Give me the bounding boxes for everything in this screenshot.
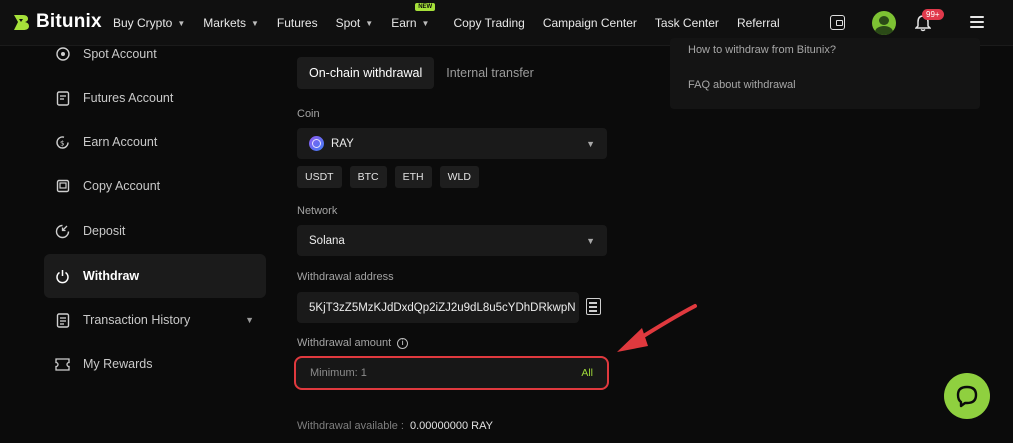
nav-label: Futures bbox=[276, 16, 318, 30]
available-value: 0.00000000 RAY bbox=[410, 420, 493, 432]
coin-label: Coin bbox=[297, 108, 320, 120]
address-book-icon[interactable] bbox=[586, 298, 601, 315]
sidebar-item-label: Futures Account bbox=[83, 91, 174, 105]
ray-coin-icon bbox=[309, 136, 324, 151]
sidebar-item-label: Transaction History bbox=[83, 313, 191, 327]
nav-label: Task Center bbox=[654, 16, 719, 30]
new-badge: NEW bbox=[415, 3, 436, 11]
amount-label: Withdrawal amount bbox=[297, 337, 392, 349]
nav-markets[interactable]: Markets ▼ bbox=[203, 16, 259, 30]
bitunix-logo[interactable]: Bitunix bbox=[12, 11, 102, 33]
chat-bubble-icon bbox=[956, 385, 978, 408]
history-icon bbox=[55, 312, 70, 328]
ticket-icon bbox=[55, 357, 70, 372]
network-value: Solana bbox=[309, 234, 345, 247]
quick-coin-btc[interactable]: BTC bbox=[349, 166, 387, 188]
chevron-down-icon[interactable]: ▼ bbox=[245, 315, 254, 325]
nav-copy-trading[interactable]: Copy Trading bbox=[453, 16, 524, 30]
avatar[interactable] bbox=[872, 11, 896, 35]
chevron-down-icon: ▼ bbox=[586, 138, 595, 149]
sidebar-item-futures-account[interactable]: Futures Account bbox=[44, 76, 266, 120]
withdrawal-address-input[interactable]: 5KjT3zZ5MzKJdDxdQp2iZJ2u9dL8u5cYDhDRkwpN bbox=[297, 292, 579, 323]
nav-label: Earn bbox=[391, 16, 417, 30]
deposit-icon bbox=[55, 224, 70, 239]
chevron-down-icon: ▼ bbox=[365, 18, 374, 28]
target-icon bbox=[55, 47, 70, 62]
nav-earn[interactable]: Earn ▼ NEW bbox=[391, 3, 436, 30]
chevron-down-icon: ▼ bbox=[586, 235, 595, 246]
all-button[interactable]: All bbox=[581, 367, 593, 379]
sidebar-item-earn-account[interactable]: $ Earn Account bbox=[44, 120, 266, 164]
amount-label-row: Withdrawal amount i bbox=[297, 337, 409, 349]
faq-panel: How to withdraw from Bitunix? FAQ about … bbox=[670, 38, 980, 109]
withdraw-tabs: On-chain withdrawal Internal transfer bbox=[297, 57, 546, 89]
withdrawal-amount-input[interactable] bbox=[310, 367, 582, 379]
support-chat-button[interactable] bbox=[944, 373, 990, 419]
sidebar-item-label: Spot Account bbox=[83, 47, 157, 61]
notification-badge: 99+ bbox=[922, 9, 944, 20]
nav-task-center[interactable]: Task Center bbox=[655, 16, 719, 30]
sidebar-item-label: Deposit bbox=[83, 224, 126, 238]
bitunix-logo-icon bbox=[12, 13, 30, 31]
tab-internal-transfer[interactable]: Internal transfer bbox=[434, 57, 546, 89]
nav-label: Spot bbox=[335, 16, 361, 30]
nav-label: Referral bbox=[736, 16, 780, 30]
coin-value: RAY bbox=[331, 137, 354, 150]
chevron-down-icon: ▼ bbox=[250, 18, 259, 28]
nav-label: Copy Trading bbox=[453, 16, 525, 30]
faq-link-how-to-withdraw[interactable]: How to withdraw from Bitunix? bbox=[688, 44, 836, 56]
nav-referral[interactable]: Referral bbox=[737, 16, 780, 30]
hamburger-menu-icon[interactable] bbox=[970, 16, 984, 28]
nav-label: Campaign Center bbox=[542, 16, 637, 30]
network-label: Network bbox=[297, 205, 338, 217]
annotation-arrow-icon bbox=[617, 304, 697, 352]
sidebar-item-withdraw[interactable]: Withdraw bbox=[44, 254, 266, 298]
quick-coin-eth[interactable]: ETH bbox=[394, 166, 432, 188]
nav-campaign-center[interactable]: Campaign Center bbox=[543, 16, 637, 30]
sidebar-item-label: Copy Account bbox=[83, 179, 161, 193]
tab-on-chain-withdrawal[interactable]: On-chain withdrawal bbox=[297, 57, 435, 89]
chevron-down-icon: ▼ bbox=[177, 18, 186, 28]
coin-select[interactable]: RAY ▼ bbox=[297, 128, 607, 159]
power-icon bbox=[55, 269, 70, 284]
quick-coin-usdt[interactable]: USDT bbox=[297, 166, 342, 188]
available-label: Withdrawal available : bbox=[297, 420, 404, 432]
withdrawal-available: Withdrawal available : 0.00000000 RAY bbox=[297, 420, 493, 432]
nav-label: Markets bbox=[203, 16, 246, 30]
chevron-down-icon: ▼ bbox=[421, 18, 430, 28]
nav-futures[interactable]: Futures bbox=[277, 16, 318, 30]
sidebar-item-label: Withdraw bbox=[83, 269, 140, 283]
coin-icon: $ bbox=[55, 135, 70, 150]
withdrawal-amount-field[interactable]: All bbox=[294, 356, 609, 390]
quick-coin-wld[interactable]: WLD bbox=[439, 166, 479, 188]
svg-text:$: $ bbox=[60, 139, 64, 147]
wallet-icon[interactable] bbox=[830, 15, 845, 30]
sidebar-item-copy-account[interactable]: Copy Account bbox=[44, 164, 266, 208]
info-icon[interactable]: i bbox=[397, 337, 409, 349]
sidebar-item-spot-account[interactable]: Spot Account bbox=[44, 32, 266, 76]
document-icon bbox=[55, 90, 70, 106]
sidebar-item-label: Earn Account bbox=[83, 135, 158, 149]
sidebar-item-deposit[interactable]: Deposit bbox=[44, 209, 266, 253]
quick-coin-chips: USDT BTC ETH WLD bbox=[297, 166, 479, 188]
nav-spot[interactable]: Spot ▼ bbox=[336, 16, 374, 30]
faq-link-about-withdrawal[interactable]: FAQ about withdrawal bbox=[688, 79, 796, 91]
sidebar-item-my-rewards[interactable]: My Rewards bbox=[44, 342, 266, 386]
brand-name: Bitunix bbox=[36, 11, 102, 32]
sidebar-item-transaction-history[interactable]: Transaction History ▼ bbox=[44, 298, 266, 342]
sidebar-item-label: My Rewards bbox=[83, 357, 153, 371]
address-label: Withdrawal address bbox=[297, 271, 394, 283]
copy-icon bbox=[55, 179, 70, 194]
nav-label: Buy Crypto bbox=[113, 16, 173, 30]
network-select[interactable]: Solana ▼ bbox=[297, 225, 607, 256]
nav-buy-crypto[interactable]: Buy Crypto ▼ bbox=[113, 16, 185, 30]
